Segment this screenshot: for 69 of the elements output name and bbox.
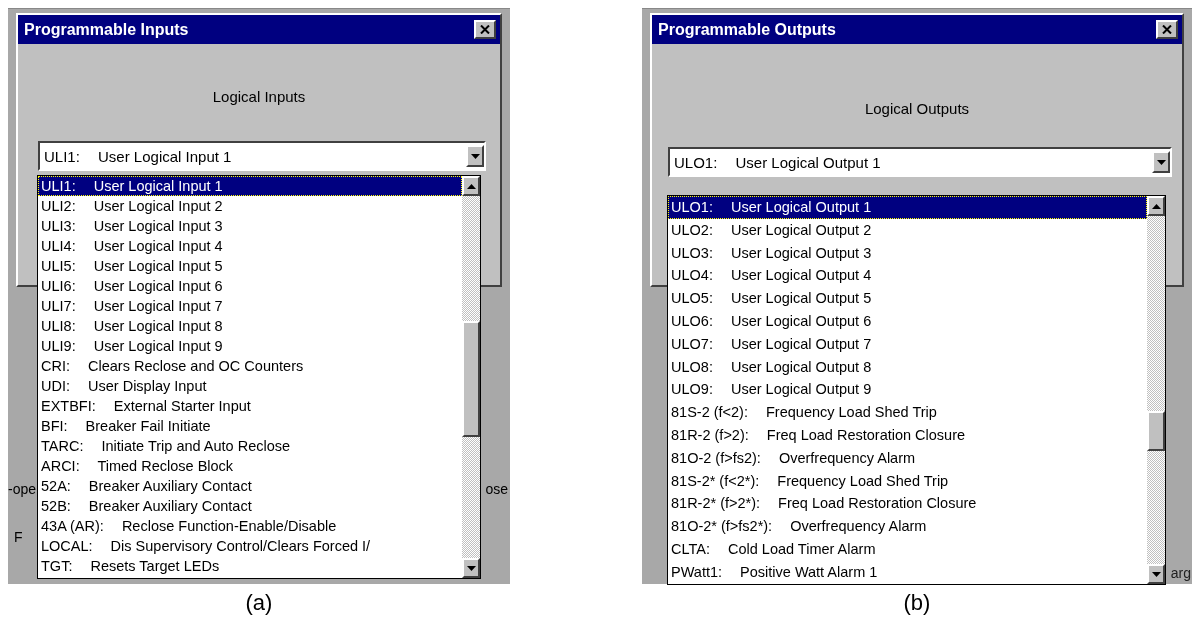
section-label: Logical Inputs <box>211 88 307 105</box>
list-item[interactable]: ULO2: User Logical Output 2 <box>668 218 1147 242</box>
scroll-thumb[interactable] <box>462 321 480 437</box>
list-item[interactable]: 81S-2 (f<2): Frequency Load Shed Trip <box>668 401 1147 424</box>
figure-caption: (b) <box>903 590 931 616</box>
list-item[interactable]: ULO4: User Logical Output 4 <box>668 264 1147 288</box>
scrollbar[interactable] <box>1147 196 1165 584</box>
list-item[interactable]: ULI9: User Logical Input 9 <box>38 336 462 356</box>
window-title: Programmable Outputs <box>658 20 836 39</box>
list-item[interactable]: 52B: Breaker Auxiliary Contact <box>38 496 462 516</box>
figure-caption: (a) <box>245 590 273 616</box>
list-item[interactable]: 81O-2* (f>fs2*): Overfrequency Alarm <box>668 515 1147 538</box>
list-item[interactable]: 81O-2 (f>fs2): Overfrequency Alarm <box>668 446 1147 470</box>
caret-down-icon <box>470 153 480 159</box>
list-item[interactable]: ULO9: User Logical Output 9 <box>668 378 1147 402</box>
partial-text: F <box>14 529 23 545</box>
list-item[interactable]: ULO5: User Logical Output 5 <box>668 287 1147 310</box>
section-label: Logical Outputs <box>863 100 971 117</box>
close-button[interactable] <box>474 20 496 39</box>
partial-text: arg <box>1170 565 1191 581</box>
list-item[interactable]: ULI3: User Logical Input 3 <box>38 216 462 236</box>
close-icon <box>1162 25 1172 34</box>
close-icon <box>480 25 490 34</box>
dropdown-field[interactable]: ULI1: User Logical Input 1 <box>38 141 486 171</box>
caret-up-icon <box>466 183 476 189</box>
list-item[interactable]: ARCI: Timed Reclose Block <box>38 456 462 476</box>
dropdown-field[interactable]: ULO1: User Logical Output 1 <box>668 147 1172 177</box>
list-item[interactable]: ULO7: User Logical Output 7 <box>668 332 1147 356</box>
list-item[interactable]: ULI6: User Logical Input 6 <box>38 276 462 296</box>
list-item[interactable]: ULO6: User Logical Output 6 <box>668 310 1147 333</box>
partial-text: -ope <box>8 481 37 497</box>
list-item[interactable]: 81R-2* (f>2*): Freq Load Restoration Closure <box>668 492 1147 516</box>
list-item[interactable]: LOCAL: Dis Supervisory Control/Clears Forced I/ <box>38 536 462 556</box>
list-item[interactable]: ULO8: User Logical Output 8 <box>668 355 1147 379</box>
list-item[interactable]: CLTA: Cold Load Timer Alarm <box>668 537 1147 561</box>
list-item[interactable]: PWatt1: Positive Watt Alarm 1 <box>668 560 1147 584</box>
scroll-up-button[interactable] <box>1147 196 1165 216</box>
partial-text: ose <box>485 481 508 497</box>
list-item[interactable]: ULI5: User Logical Input 5 <box>38 256 462 276</box>
scroll-down-button[interactable] <box>1147 564 1165 584</box>
list-item[interactable]: ULI7: User Logical Input 7 <box>38 296 462 316</box>
scroll-thumb[interactable] <box>1147 411 1165 451</box>
list-item[interactable]: 81S-2* (f<2*): Frequency Load Shed Trip <box>668 469 1147 493</box>
caret-down-icon <box>1156 159 1166 165</box>
list-item[interactable]: EXTBFI: External Starter Input <box>38 396 462 416</box>
scroll-up-button[interactable] <box>462 176 480 196</box>
list-item[interactable]: ULI8: User Logical Input 8 <box>38 316 462 336</box>
caret-down-icon <box>466 565 476 571</box>
list-item[interactable]: ULI1: User Logical Input 1 <box>38 176 462 196</box>
list-item[interactable]: ULI4: User Logical Input 4 <box>38 236 462 256</box>
close-button[interactable] <box>1156 20 1178 39</box>
list-item[interactable]: 52A: Breaker Auxiliary Contact <box>38 476 462 496</box>
list-item[interactable]: 81R-2 (f>2): Freq Load Restoration Closure <box>668 423 1147 447</box>
list-item[interactable]: TARC: Initiate Trip and Auto Reclose <box>38 436 462 456</box>
caret-up-icon <box>1151 203 1161 209</box>
list-item[interactable]: ULI2: User Logical Input 2 <box>38 196 462 216</box>
caret-down-icon <box>1151 571 1161 577</box>
scroll-down-button[interactable] <box>462 558 480 578</box>
scrollbar[interactable] <box>462 176 480 578</box>
list-item[interactable]: ULO1: User Logical Output 1 <box>668 196 1147 219</box>
dropdown-button[interactable] <box>466 145 484 167</box>
list-item[interactable]: BFI: Breaker Fail Initiate <box>38 416 462 436</box>
window-title: Programmable Inputs <box>24 20 189 39</box>
list-item[interactable]: TGT: Resets Target LEDs <box>38 556 462 576</box>
list-item[interactable]: ULO3: User Logical Output 3 <box>668 241 1147 265</box>
dropdown-button[interactable] <box>1152 151 1170 173</box>
list-item[interactable]: UDI: User Display Input <box>38 376 462 396</box>
list-item[interactable]: 43A (AR): Reclose Function-Enable/Disable <box>38 516 462 536</box>
list-item[interactable]: CRI: Clears Reclose and OC Counters <box>38 356 462 376</box>
